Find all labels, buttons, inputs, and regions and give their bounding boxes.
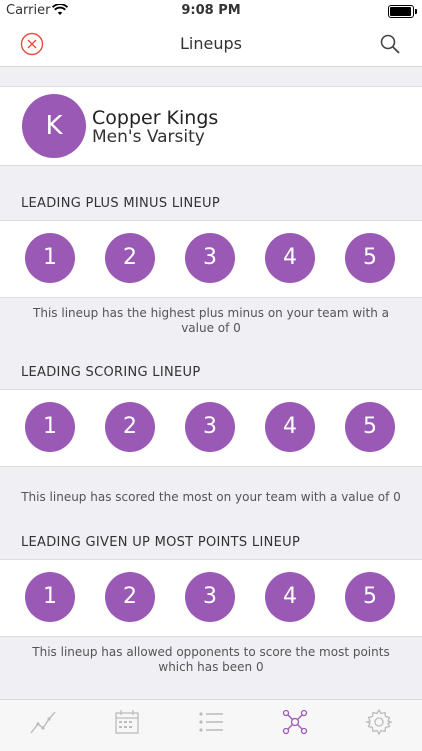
tab-calendar[interactable] <box>112 707 142 737</box>
team-name: Copper Kings <box>92 107 219 129</box>
player-circle[interactable]: 1 <box>25 402 75 452</box>
section-title-plus-minus: LEADING PLUS MINUS LINEUP <box>21 196 221 211</box>
network-icon <box>282 709 308 735</box>
section-description: This lineup has the highest plus minus o… <box>33 306 389 335</box>
chart-icon <box>30 711 56 734</box>
section-title-scoring: LEADING SCORING LINEUP <box>21 365 201 380</box>
plus-minus-lineup-row: 1 2 3 4 5 <box>0 220 422 298</box>
nav-bar: Lineups <box>0 22 422 67</box>
player-circle[interactable]: 3 <box>185 233 235 283</box>
player-circle[interactable]: 3 <box>185 402 235 452</box>
player-circle[interactable]: 2 <box>105 402 155 452</box>
tab-settings[interactable] <box>364 707 394 737</box>
player-circle[interactable]: 4 <box>265 233 315 283</box>
player-circle[interactable]: 5 <box>345 572 395 622</box>
player-circle[interactable]: 2 <box>105 233 155 283</box>
calendar-icon <box>115 710 139 734</box>
tab-stats[interactable] <box>28 707 58 737</box>
tab-list[interactable] <box>196 707 226 737</box>
team-division: Men's Varsity <box>92 127 205 147</box>
section-description: This lineup has allowed opponents to sco… <box>32 645 390 674</box>
player-circle[interactable]: 3 <box>185 572 235 622</box>
section-description: This lineup has scored the most on your … <box>21 490 401 504</box>
page-title: Lineups <box>180 34 242 53</box>
player-circle[interactable]: 4 <box>265 572 315 622</box>
search-icon <box>380 34 400 54</box>
status-time: 9:08 PM <box>181 3 241 18</box>
player-circle[interactable]: 4 <box>265 402 315 452</box>
player-circle[interactable]: 5 <box>345 233 395 283</box>
search-button[interactable] <box>378 32 402 56</box>
battery-icon <box>388 5 417 18</box>
list-icon <box>199 712 223 732</box>
scoring-lineup-row: 1 2 3 4 5 <box>0 389 422 467</box>
team-avatar: K <box>22 94 86 158</box>
player-circle[interactable]: 5 <box>345 402 395 452</box>
player-circle[interactable]: 2 <box>105 572 155 622</box>
tab-bar <box>0 699 422 751</box>
player-circle[interactable]: 1 <box>25 233 75 283</box>
status-bar: Carrier 9:08 PM <box>0 0 422 22</box>
gear-icon <box>364 708 393 736</box>
tab-lineups[interactable] <box>280 707 310 737</box>
given-up-lineup-row: 1 2 3 4 5 <box>0 559 422 637</box>
section-title-given-up: LEADING GIVEN UP MOST POINTS LINEUP <box>21 535 301 550</box>
team-card[interactable]: K Copper Kings Men's Varsity <box>0 86 422 166</box>
player-circle[interactable]: 1 <box>25 572 75 622</box>
